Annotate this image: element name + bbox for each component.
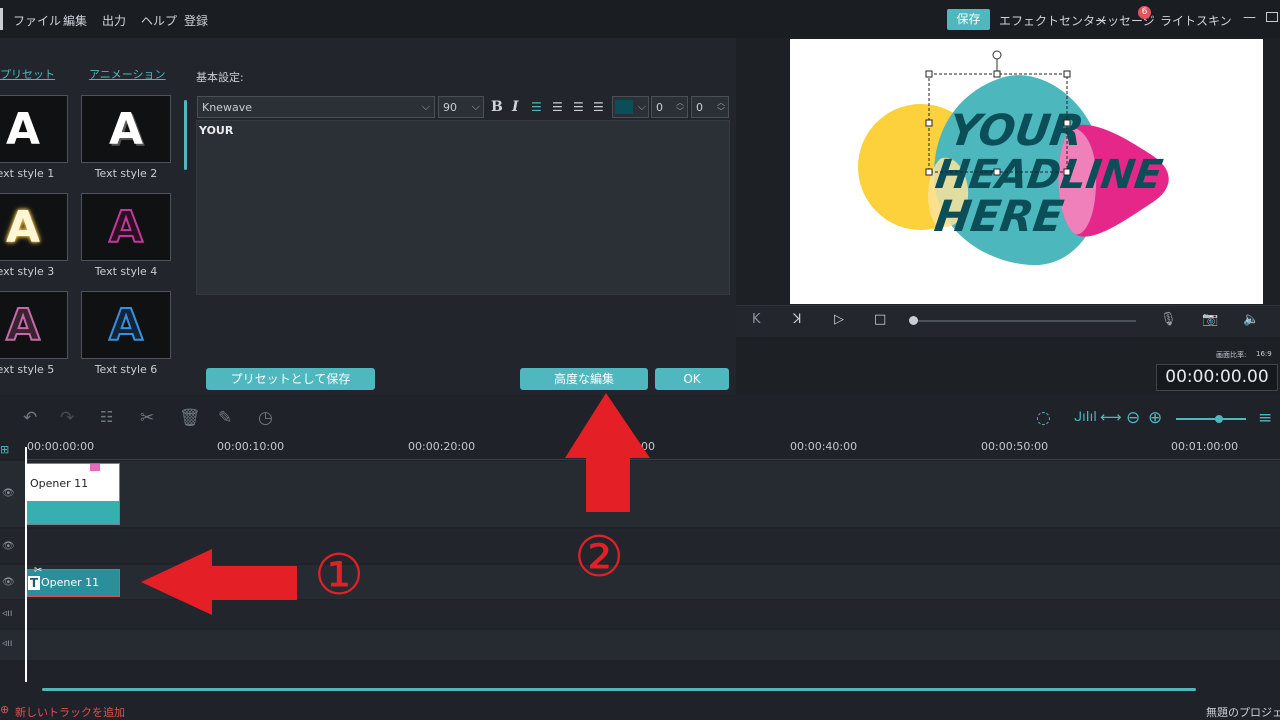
- red-arrow-left: [141, 549, 297, 615]
- annotation-circle-2: ②: [574, 525, 625, 590]
- red-arrow-up: [565, 393, 650, 512]
- annotation-circle-1: ①: [314, 543, 365, 608]
- annotation-overlay: [141, 393, 650, 615]
